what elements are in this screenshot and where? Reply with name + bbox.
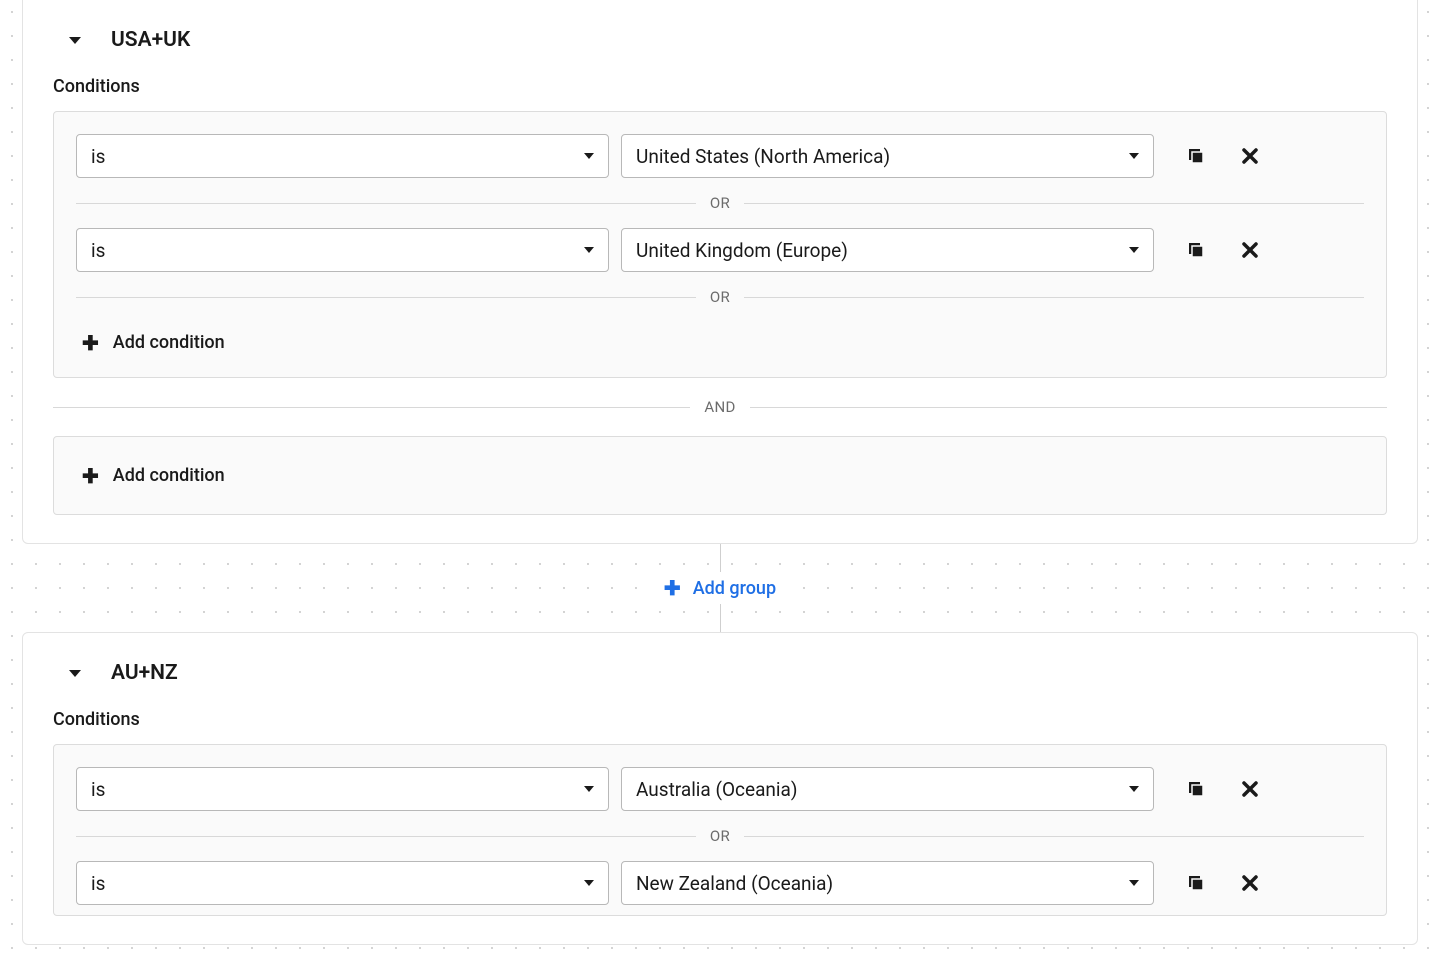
operator-value: is <box>91 872 105 895</box>
collapse-toggle[interactable] <box>65 30 85 50</box>
operator-value: is <box>91 145 105 168</box>
condition-set: is Australia (Oceania) <box>53 744 1387 916</box>
or-label: OR <box>696 827 744 845</box>
chevron-down-icon <box>584 880 594 886</box>
or-divider: OR <box>76 288 1364 306</box>
operator-select[interactable]: is <box>76 861 609 905</box>
plus-icon: ✚ <box>82 333 99 353</box>
divider-line <box>76 203 696 204</box>
conditions-label: Conditions <box>53 709 1387 730</box>
remove-button[interactable] <box>1238 238 1262 262</box>
divider-line <box>750 407 1387 408</box>
condition-row: is United Kingdom (Europe) <box>76 228 1364 272</box>
close-icon <box>1242 781 1258 797</box>
and-label: AND <box>690 398 749 416</box>
value-select[interactable]: United States (North America) <box>621 134 1154 178</box>
plus-icon: ✚ <box>82 466 99 486</box>
chevron-down-icon <box>584 247 594 253</box>
remove-button[interactable] <box>1238 144 1262 168</box>
group-connector: ✚ Add group <box>22 544 1418 632</box>
copy-icon <box>1187 147 1205 165</box>
chevron-down-icon <box>1129 153 1139 159</box>
close-icon <box>1242 242 1258 258</box>
group-title: USA+UK <box>111 28 190 52</box>
row-actions <box>1184 238 1262 262</box>
operator-value: is <box>91 778 105 801</box>
or-label: OR <box>696 288 744 306</box>
duplicate-button[interactable] <box>1184 144 1208 168</box>
row-actions <box>1184 144 1262 168</box>
divider-line <box>76 836 696 837</box>
close-icon <box>1242 875 1258 891</box>
or-divider: OR <box>76 827 1364 845</box>
condition-row: is Australia (Oceania) <box>76 767 1364 811</box>
condition-row: is United States (North America) <box>76 134 1364 178</box>
condition-set: ✚ Add condition <box>53 436 1387 515</box>
and-divider: AND <box>53 398 1387 416</box>
add-group-button[interactable]: ✚ Add group <box>654 574 786 603</box>
operator-select[interactable]: is <box>76 767 609 811</box>
value-select[interactable]: New Zealand (Oceania) <box>621 861 1154 905</box>
row-actions <box>1184 871 1262 895</box>
add-condition-button[interactable]: ✚ Add condition <box>76 459 1364 492</box>
remove-button[interactable] <box>1238 871 1262 895</box>
add-condition-button[interactable]: ✚ Add condition <box>76 322 1364 355</box>
close-icon <box>1242 148 1258 164</box>
value-text: New Zealand (Oceania) <box>636 872 833 895</box>
duplicate-button[interactable] <box>1184 238 1208 262</box>
copy-icon <box>1187 780 1205 798</box>
add-condition-label: Add condition <box>113 332 225 353</box>
add-condition-label: Add condition <box>113 465 225 486</box>
operator-value: is <box>91 239 105 262</box>
group-title: AU+NZ <box>111 661 178 685</box>
divider-line <box>744 203 1364 204</box>
plus-icon: ✚ <box>664 578 681 598</box>
chevron-down-icon <box>584 153 594 159</box>
group-card-usa-uk: USA+UK Conditions is United States (Nort… <box>22 0 1418 544</box>
operator-select[interactable]: is <box>76 134 609 178</box>
or-label: OR <box>696 194 744 212</box>
operator-select[interactable]: is <box>76 228 609 272</box>
value-text: United States (North America) <box>636 145 890 168</box>
duplicate-button[interactable] <box>1184 777 1208 801</box>
connector-line <box>720 544 721 572</box>
group-card-au-nz: AU+NZ Conditions is Australia (Oceania) <box>22 632 1418 945</box>
chevron-down-icon <box>1129 880 1139 886</box>
condition-set: is United States (North America) <box>53 111 1387 378</box>
chevron-down-icon <box>69 37 81 44</box>
divider-line <box>53 407 690 408</box>
row-actions <box>1184 777 1262 801</box>
connector-line <box>720 604 721 632</box>
chevron-down-icon <box>584 786 594 792</box>
divider-line <box>744 836 1364 837</box>
conditions-label: Conditions <box>53 76 1387 97</box>
value-text: United Kingdom (Europe) <box>636 239 848 262</box>
or-divider: OR <box>76 194 1364 212</box>
value-select[interactable]: Australia (Oceania) <box>621 767 1154 811</box>
condition-row: is New Zealand (Oceania) <box>76 861 1364 905</box>
chevron-down-icon <box>69 670 81 677</box>
value-text: Australia (Oceania) <box>636 778 797 801</box>
group-header: USA+UK <box>53 20 1387 76</box>
remove-button[interactable] <box>1238 777 1262 801</box>
value-select[interactable]: United Kingdom (Europe) <box>621 228 1154 272</box>
copy-icon <box>1187 241 1205 259</box>
group-header: AU+NZ <box>53 653 1387 709</box>
copy-icon <box>1187 874 1205 892</box>
divider-line <box>76 297 696 298</box>
chevron-down-icon <box>1129 247 1139 253</box>
duplicate-button[interactable] <box>1184 871 1208 895</box>
divider-line <box>744 297 1364 298</box>
chevron-down-icon <box>1129 786 1139 792</box>
add-group-label: Add group <box>693 578 776 599</box>
collapse-toggle[interactable] <box>65 663 85 683</box>
